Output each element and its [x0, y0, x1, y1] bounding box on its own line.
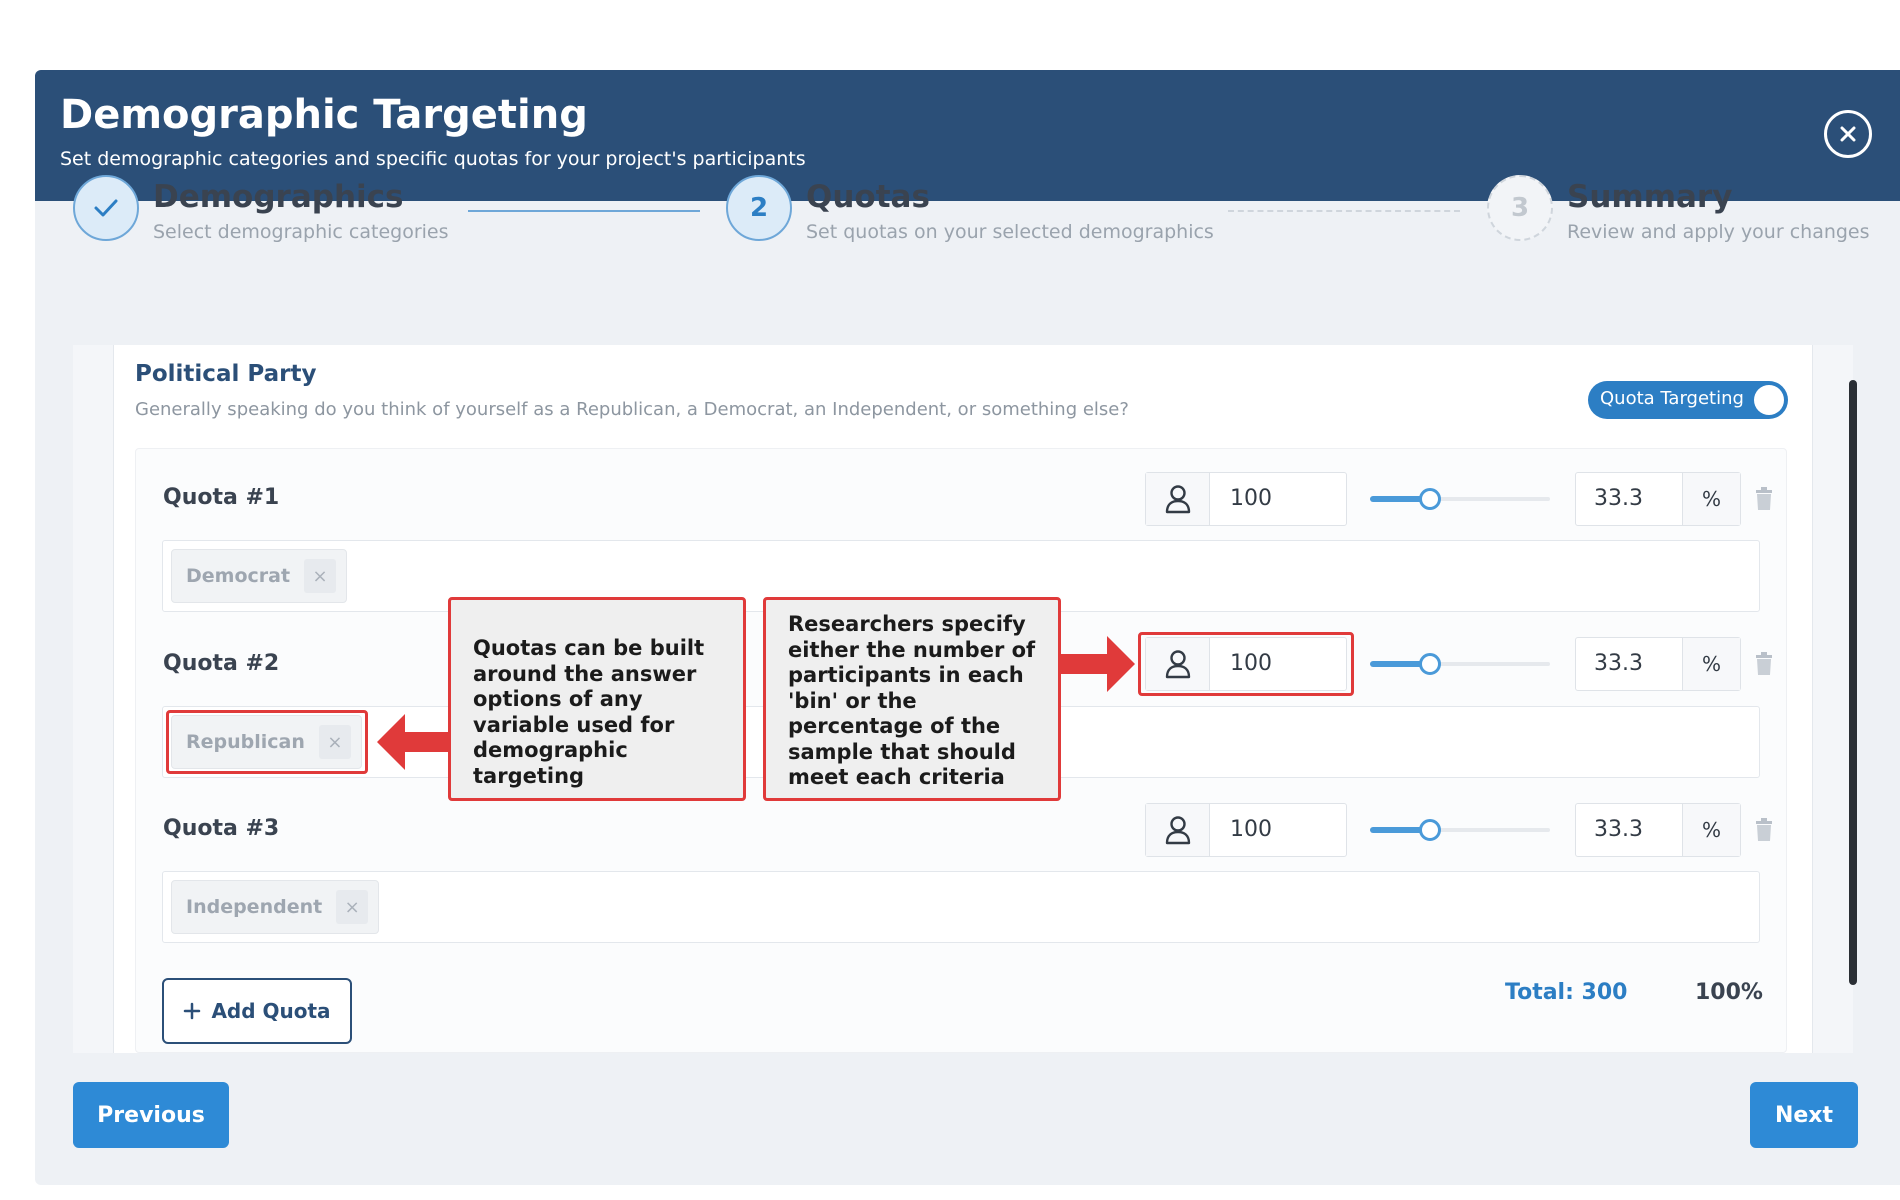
next-button[interactable]: Next: [1750, 1082, 1858, 1148]
step-summary[interactable]: 3 Summary Review and apply your changes: [1487, 175, 1887, 255]
tag-remove-button[interactable]: ×: [336, 890, 369, 924]
answer-tag: Democrat ×: [171, 549, 348, 603]
quota-count-value: 100: [1230, 817, 1272, 842]
annotation-callout-researchers: Researchers specify either the number of…: [763, 597, 1061, 801]
modal-subtitle: Set demographic categories and specific …: [60, 148, 806, 170]
add-quota-label: Add Quota: [211, 999, 331, 1023]
modal-title: Demographic Targeting: [60, 92, 588, 138]
quota-count-input[interactable]: 100: [1145, 803, 1347, 857]
step-description: Select demographic categories: [153, 221, 449, 243]
quota-answer-tags[interactable]: Independent ×: [162, 871, 1760, 943]
step-description: Set quotas on your selected demographics: [806, 221, 1214, 243]
quota-label: Quota #1: [163, 485, 280, 510]
step-number: 2: [726, 175, 792, 241]
arrow-right-icon: [1061, 636, 1135, 692]
step-demographics[interactable]: Demographics Select demographic categori…: [73, 175, 473, 255]
toggle-knob: [1754, 385, 1784, 415]
annotation-highlight-count: [1138, 632, 1354, 696]
quota-label: Quota #2: [163, 651, 280, 676]
user-icon: [1165, 485, 1190, 514]
quota-percent-input[interactable]: 33.3 %: [1575, 803, 1741, 857]
close-icon: [1840, 126, 1856, 142]
percent-symbol: %: [1682, 804, 1740, 856]
quota-percent-value: 33.3: [1594, 817, 1643, 842]
tag-label: Democrat: [186, 565, 291, 587]
section-title: Political Party: [135, 361, 317, 387]
step-description: Review and apply your changes: [1567, 221, 1870, 243]
quota-percent-input[interactable]: 33.3 %: [1575, 637, 1741, 691]
user-icon-cell: [1146, 804, 1210, 856]
tag-label: Independent: [186, 896, 323, 918]
quota-total-percent: 100%: [1695, 980, 1763, 1005]
percent-symbol: %: [1682, 638, 1740, 690]
step-completed-indicator: [73, 175, 139, 241]
step-title: Summary: [1567, 179, 1733, 215]
trash-icon[interactable]: [1754, 487, 1774, 511]
trash-icon[interactable]: [1754, 818, 1774, 842]
step-number: 3: [1487, 175, 1553, 241]
quota-total: Total: 300: [1505, 980, 1628, 1005]
user-icon: [1165, 816, 1190, 845]
step-quotas[interactable]: 2 Quotas Set quotas on your selected dem…: [726, 175, 1226, 255]
step-connector: [468, 210, 700, 212]
slider-thumb[interactable]: [1419, 488, 1441, 510]
percent-symbol: %: [1682, 473, 1740, 525]
add-quota-button[interactable]: Add Quota: [162, 978, 352, 1044]
previous-button[interactable]: Previous: [73, 1082, 229, 1148]
quota-percent-value: 33.3: [1594, 486, 1643, 511]
quota-slider[interactable]: [1370, 652, 1550, 676]
quota-slider[interactable]: [1370, 487, 1550, 511]
annotation-callout-quotas: Quotas can be built around the answer op…: [448, 597, 746, 801]
check-icon: [94, 199, 118, 217]
step-connector: [1228, 210, 1460, 212]
quota-label: Quota #3: [163, 816, 280, 841]
answer-tag: Independent ×: [171, 880, 380, 934]
scrollbar[interactable]: [1849, 380, 1857, 985]
annotation-highlight-republican: [166, 710, 368, 774]
quota-count-input[interactable]: 100: [1145, 472, 1347, 526]
trash-icon[interactable]: [1754, 652, 1774, 676]
toggle-label: Quota Targeting: [1600, 388, 1744, 409]
quota-targeting-toggle[interactable]: Quota Targeting: [1588, 381, 1788, 419]
quota-percent-value: 33.3: [1594, 651, 1643, 676]
quota-slider[interactable]: [1370, 818, 1550, 842]
close-button[interactable]: [1824, 110, 1872, 158]
arrow-left-icon: [377, 714, 451, 770]
user-icon-cell: [1146, 473, 1210, 525]
section-question: Generally speaking do you think of yours…: [135, 399, 1129, 420]
step-title: Demographics: [153, 179, 404, 215]
quota-percent-input[interactable]: 33.3 %: [1575, 472, 1741, 526]
step-title: Quotas: [806, 179, 930, 215]
tag-remove-button[interactable]: ×: [304, 559, 337, 593]
plus-icon: [184, 1002, 201, 1020]
slider-thumb[interactable]: [1419, 819, 1441, 841]
quota-count-value: 100: [1230, 486, 1272, 511]
slider-thumb[interactable]: [1419, 653, 1441, 675]
